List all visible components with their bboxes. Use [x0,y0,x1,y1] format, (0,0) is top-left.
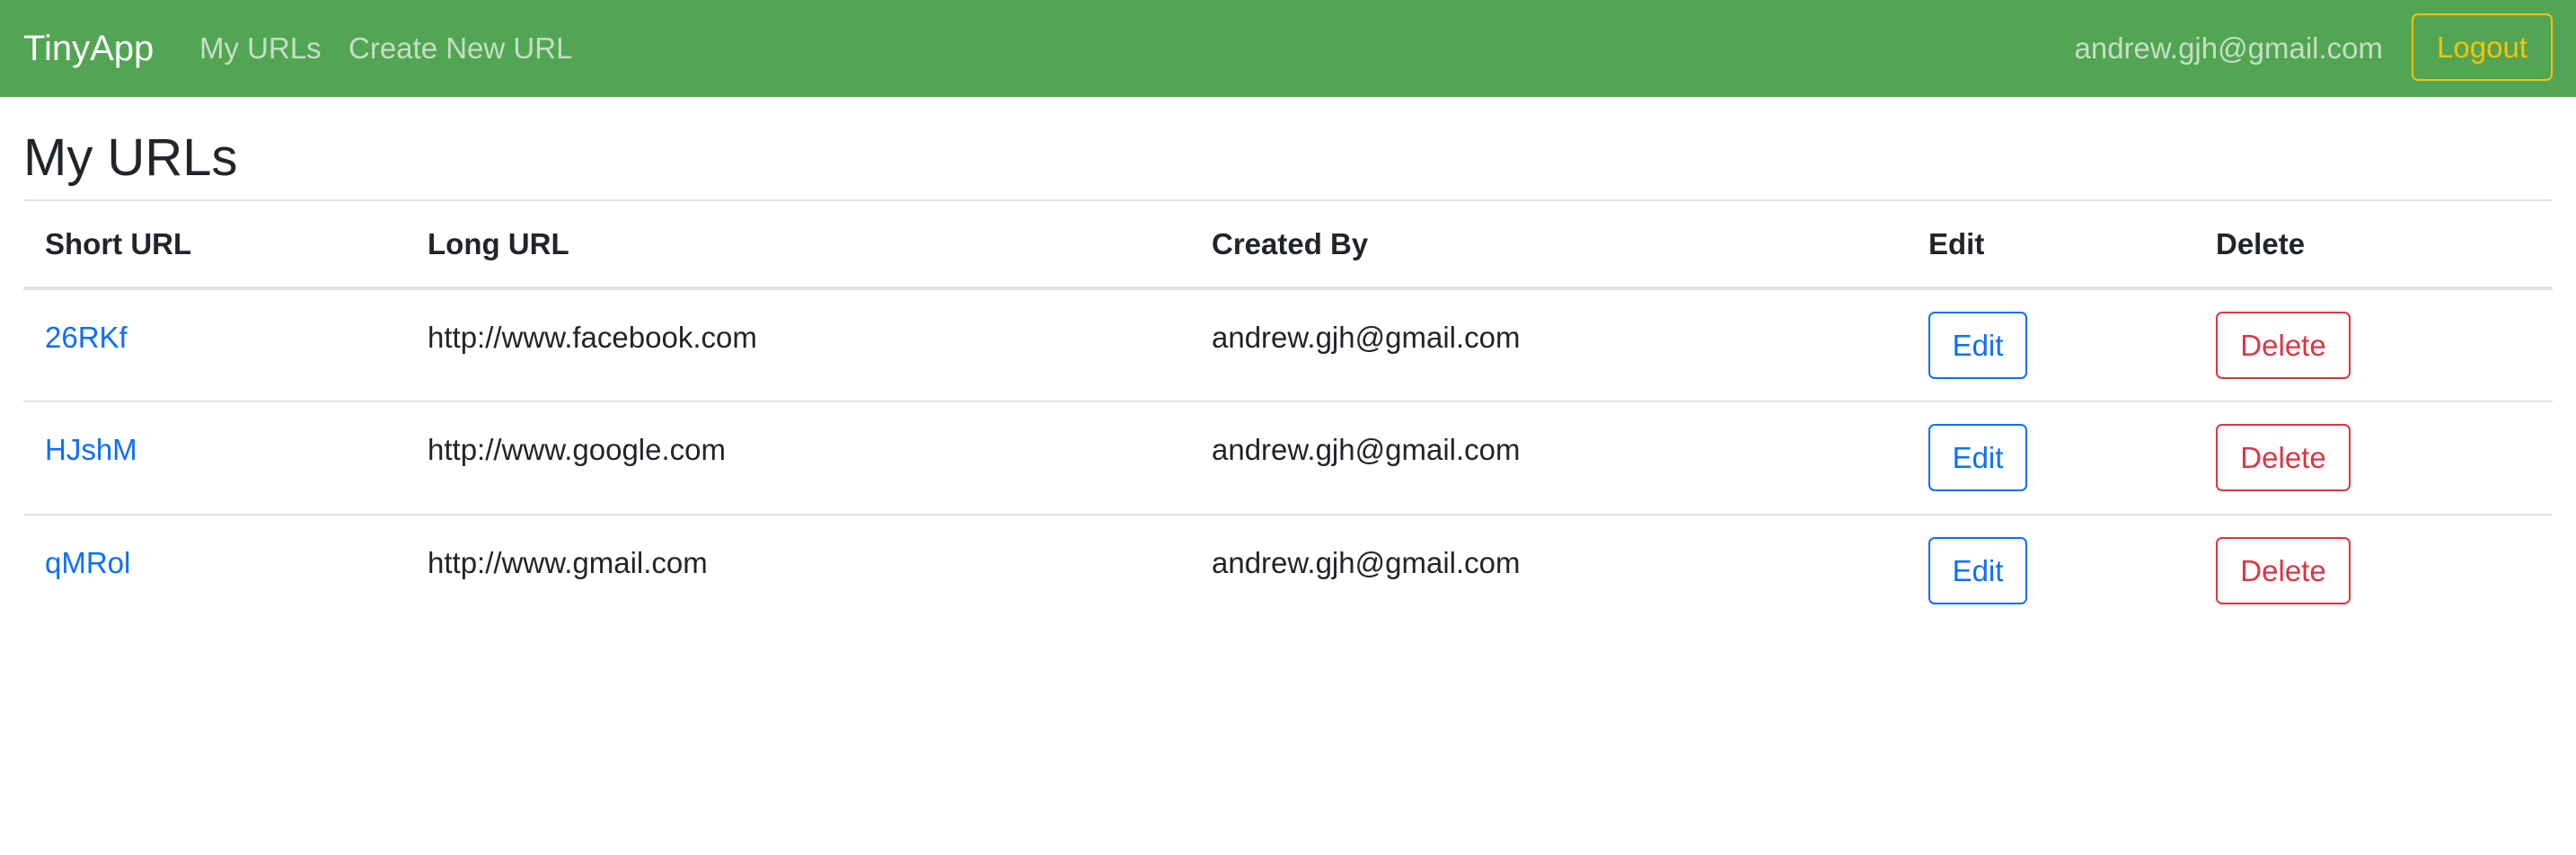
header-edit: Edit [1907,199,2194,290]
navbar: TinyApp My URLs Create New URL andrew.gj… [0,0,2576,97]
header-short-url: Short URL [23,199,406,290]
created-by-cell: andrew.gjh@gmail.com [1212,546,1521,579]
short-url-cell: qMRol [23,515,406,628]
urls-table: Short URL Long URL Created By Edit Delet… [23,199,2553,628]
header-created-by: Created By [1190,199,1907,290]
nav-link-my-urls[interactable]: My URLs [199,0,322,97]
delete-button[interactable]: Delete [2216,424,2351,491]
short-url-link[interactable]: 26RKf [45,321,128,354]
logout-button[interactable]: Logout [2412,13,2553,81]
long-url-cell: http://www.facebook.com [406,288,1190,402]
short-url-cell: 26RKf [23,288,406,402]
edit-cell: Edit [1907,515,2194,628]
header-delete: Delete [2194,199,2553,290]
long-url-cell: http://www.gmail.com [428,546,708,579]
page-title: My URLs [23,128,238,187]
created-by-cell: andrew.gjh@gmail.com [1190,288,1907,402]
edit-cell: Edit [1907,401,2194,516]
short-url-link[interactable]: qMRol [45,546,130,579]
delete-cell: Delete [2194,288,2553,402]
brand-link[interactable]: TinyApp [23,0,154,97]
created-by-cell: andrew.gjh@gmail.com [1190,401,1907,516]
edit-cell: Edit [1907,288,2194,402]
table-header-row: Short URL Long URL Created By Edit Delet… [23,199,2553,290]
nav-link-create-new-url[interactable]: Create New URL [348,0,572,97]
edit-button[interactable]: Edit [1928,537,2027,604]
short-url-cell: HJshM [23,401,406,516]
delete-button[interactable]: Delete [2216,537,2351,604]
delete-cell: Delete [2194,515,2553,628]
table-row: qMRol http://www.gmail.com andrew.gjh@gm… [23,515,2553,628]
edit-button[interactable]: Edit [1928,424,2027,491]
delete-cell: Delete [2194,401,2553,516]
delete-button[interactable]: Delete [2216,312,2351,379]
edit-button[interactable]: Edit [1928,312,2027,379]
table-row: 26RKf http://www.facebook.com andrew.gjh… [23,288,2553,402]
user-email: andrew.gjh@gmail.com [2074,31,2384,65]
short-url-link[interactable]: HJshM [45,433,137,466]
long-url-cell: http://www.google.com [406,401,1190,516]
header-long-url: Long URL [406,199,1190,290]
table-row: HJshM http://www.google.com andrew.gjh@g… [23,401,2553,516]
